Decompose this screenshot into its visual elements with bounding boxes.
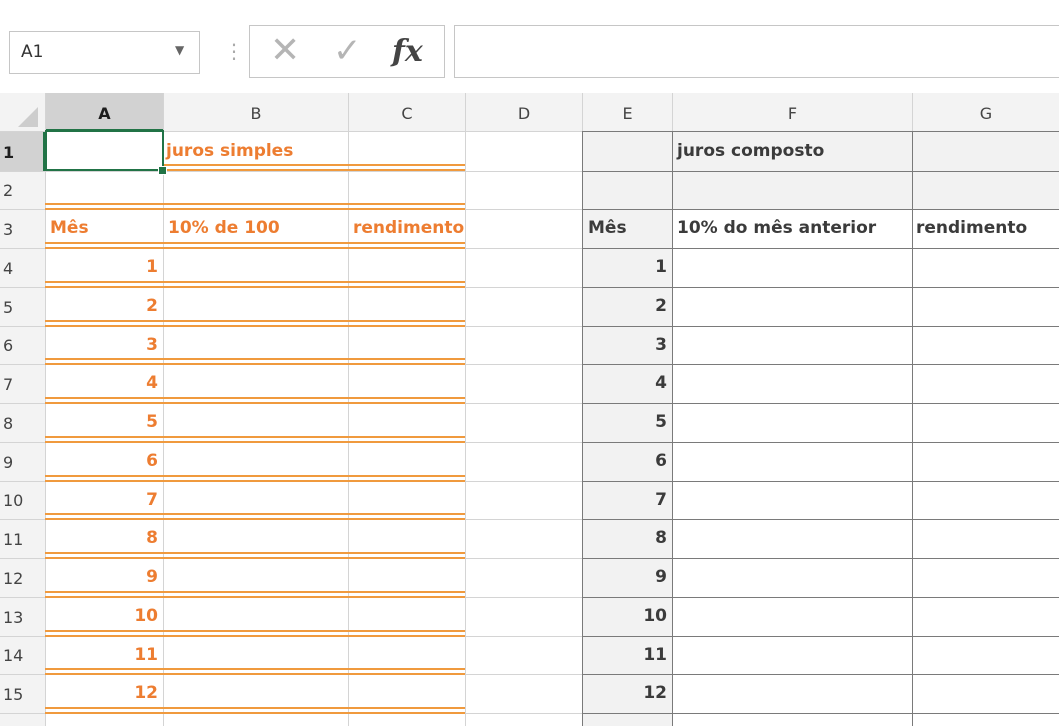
row-header-6[interactable]: 6: [0, 336, 45, 355]
simple-month-cell[interactable]: 11: [46, 644, 158, 666]
row-header-2[interactable]: 2: [0, 181, 45, 200]
fill-handle[interactable]: [158, 166, 167, 175]
simple-month-cell[interactable]: 12: [46, 682, 158, 704]
row-header-1[interactable]: 1: [0, 143, 45, 162]
compound-month-cell[interactable]: 4: [583, 372, 667, 394]
column-header-e[interactable]: E: [583, 93, 672, 131]
simple-month-cell[interactable]: 7: [46, 489, 158, 511]
row-header-7[interactable]: 7: [0, 375, 45, 394]
row-header-14[interactable]: 14: [0, 646, 45, 665]
column-header-b[interactable]: B: [164, 93, 348, 131]
row-header-5[interactable]: 5: [0, 298, 45, 317]
row-header-10[interactable]: 10: [0, 491, 45, 510]
column-header-g[interactable]: G: [913, 93, 1059, 131]
compound-month-cell[interactable]: 8: [583, 527, 667, 549]
compound-month-cell[interactable]: 11: [583, 644, 667, 666]
simple-header-pct[interactable]: 10% de 100: [168, 217, 280, 239]
simple-month-cell[interactable]: 3: [46, 334, 158, 356]
simple-month-cell[interactable]: 5: [46, 411, 158, 433]
column-header-d[interactable]: D: [466, 93, 582, 131]
compound-month-cell[interactable]: 1: [583, 256, 667, 278]
row-header-8[interactable]: 8: [0, 414, 45, 433]
simple-header-rendimento[interactable]: rendimento: [353, 217, 464, 239]
simple-month-cell[interactable]: 1: [46, 256, 158, 278]
row-header-11[interactable]: 11: [0, 530, 45, 549]
compound-header-mes[interactable]: Mês: [588, 217, 627, 239]
simple-month-cell[interactable]: 8: [46, 527, 158, 549]
row-header-9[interactable]: 9: [0, 453, 45, 472]
compound-month-cell[interactable]: 10: [583, 605, 667, 627]
row-header-13[interactable]: 13: [0, 608, 45, 627]
row-header-12[interactable]: 12: [0, 569, 45, 588]
column-header-a[interactable]: A: [46, 93, 163, 131]
spreadsheet-grid: A B C D E F G 1 2 3 4 5 6 7 8 9 10 11 12…: [0, 0, 1059, 726]
simple-month-cell[interactable]: 6: [46, 450, 158, 472]
row-header-4[interactable]: 4: [0, 259, 45, 278]
simple-header-mes[interactable]: Mês: [50, 217, 89, 239]
row-header-3[interactable]: 3: [0, 220, 45, 239]
select-all-corner-icon[interactable]: [18, 107, 38, 127]
compound-month-cell[interactable]: 2: [583, 295, 667, 317]
simple-month-cell[interactable]: 10: [46, 605, 158, 627]
compound-month-cell[interactable]: 7: [583, 489, 667, 511]
compound-month-cell[interactable]: 6: [583, 450, 667, 472]
simple-month-cell[interactable]: 4: [46, 372, 158, 394]
simple-month-cell[interactable]: 9: [46, 566, 158, 588]
compound-title[interactable]: juros composto: [677, 140, 824, 162]
compound-header-pct[interactable]: 10% do mês anterior: [677, 217, 876, 239]
column-header-f[interactable]: F: [673, 93, 912, 131]
compound-month-cell[interactable]: 12: [583, 682, 667, 704]
row-header-15[interactable]: 15: [0, 685, 45, 704]
compound-month-cell[interactable]: 9: [583, 566, 667, 588]
selected-cell-a1[interactable]: [45, 130, 164, 171]
simple-title[interactable]: juros simples: [166, 140, 293, 162]
compound-month-cell[interactable]: 3: [583, 334, 667, 356]
column-header-c[interactable]: C: [349, 93, 465, 131]
simple-month-cell[interactable]: 2: [46, 295, 158, 317]
compound-header-rendimento[interactable]: rendimento: [916, 217, 1027, 239]
compound-month-cell[interactable]: 5: [583, 411, 667, 433]
